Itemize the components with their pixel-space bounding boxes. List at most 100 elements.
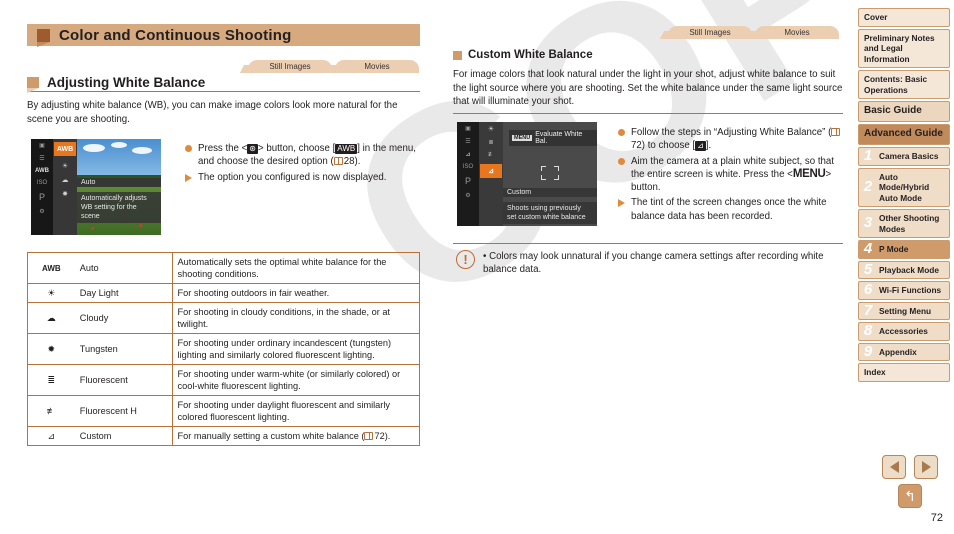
- row-name: Fluorescent: [74, 364, 173, 396]
- caution-block: ! • Colors may look unnatural if you cha…: [456, 250, 844, 277]
- sidebar-item-index[interactable]: Index: [858, 363, 950, 382]
- sidebar-item-number: 2: [863, 178, 873, 195]
- sidebar-item-number: 4: [863, 240, 873, 257]
- sidebar-item-label: Contents: Basic Operations: [864, 74, 928, 95]
- camera-icon-p: P: [38, 192, 45, 202]
- func-set-button-glyph: ⊛: [247, 144, 258, 154]
- prev-next-row: [877, 455, 943, 479]
- scene-cloud: [111, 142, 127, 148]
- step-item: The option you configured is now display…: [185, 171, 420, 184]
- sidebar-item-auto-mode[interactable]: 2 Auto Mode/Hybrid Auto Mode: [858, 167, 950, 207]
- bullet-triangle-icon: [185, 173, 192, 182]
- right-media-tabs: Still Images Movies: [668, 26, 839, 39]
- table-row: ☀ Day Light For shooting outdoors in fai…: [26, 283, 421, 303]
- camera-option-label: Custom: [503, 188, 597, 197]
- sidebar-item-label: Other Shooting Modes: [879, 213, 940, 234]
- camera-left-icon-column: ▣ ☰ AWB ISO P ⚙: [31, 139, 53, 235]
- step-text: The option you configured is now display…: [198, 171, 387, 183]
- row-icon-awb: AWB: [26, 252, 75, 284]
- right-section-title: Custom White Balance: [468, 49, 593, 61]
- camera-top-label-bar: MENU Evaluate White Bal.: [509, 130, 597, 146]
- chapter-sidebar: Cover Preliminary Notes and Legal Inform…: [858, 8, 950, 384]
- page-ref-book-icon: [364, 432, 374, 440]
- sidebar-item-accessories[interactable]: 8 Accessories: [858, 322, 950, 341]
- camera-icon-iso: ISO: [36, 180, 48, 186]
- left-media-tabs: Still Images Movies: [248, 60, 419, 73]
- camera-left-icon-column: ▣ ☰ ⊿ ISO P ⚙: [457, 122, 479, 226]
- camera-desc-line-1: Shoots using previously: [507, 205, 581, 212]
- step-item: Aim the camera at a plain white subject,…: [618, 155, 846, 195]
- camera-icon-fluor-h: ≢: [488, 152, 494, 158]
- sidebar-item-number: 1: [863, 147, 873, 164]
- sidebar-item-number: 3: [863, 214, 873, 232]
- menu-button-glyph: MENU: [792, 167, 826, 180]
- caution-text: • Colors may look unnatural if you chang…: [483, 251, 824, 276]
- sidebar-item-preliminary-notes[interactable]: Preliminary Notes and Legal Information: [858, 28, 950, 68]
- camera-icon-sun: ☀: [487, 126, 495, 133]
- left-intro-text: By adjusting white balance (WB), you can…: [27, 100, 398, 125]
- divider-rule: [453, 243, 843, 244]
- page-number: 72: [930, 512, 943, 524]
- table-body: AWB Auto Automatically sets the optimal …: [26, 252, 421, 446]
- row-icon-sun: ☀: [26, 283, 75, 303]
- tab-still-images[interactable]: Still Images: [248, 60, 332, 73]
- camera-desc-line-2: set custom white balance: [507, 214, 586, 221]
- camera-icon: ⚙: [39, 209, 45, 215]
- sidebar-item-wifi-functions[interactable]: 6 Wi-Fi Functions: [858, 281, 950, 300]
- right-step-list: Follow the steps in “Adjusting White Bal…: [618, 126, 846, 225]
- return-row: ↰: [877, 484, 943, 508]
- sidebar-item-appendix[interactable]: 9 Appendix: [858, 342, 950, 361]
- sidebar-item-playback-mode[interactable]: 5 Playback Mode: [858, 260, 950, 279]
- row-icon-fluorescent-h: ≢: [26, 395, 75, 427]
- sidebar-item-advanced-guide[interactable]: Advanced Guide: [858, 124, 950, 145]
- row-icon-tungsten: ✹: [26, 333, 75, 365]
- table-row: ✹ Tungsten For shooting under ordinary i…: [26, 333, 421, 365]
- awb-glyph: AWB: [335, 144, 358, 154]
- sidebar-item-label: Setting Menu: [879, 305, 932, 316]
- sidebar-item-contents[interactable]: Contents: Basic Operations: [858, 70, 950, 99]
- left-section-title: Adjusting White Balance: [47, 74, 206, 90]
- previous-page-button[interactable]: [882, 455, 906, 479]
- right-arrow-icon: [921, 461, 931, 473]
- sidebar-item-label: Accessories: [879, 326, 928, 336]
- camera-selected-option-custom: ⊿: [480, 164, 502, 178]
- next-page-button[interactable]: [914, 455, 938, 479]
- camera-top-label: Evaluate White Bal.: [535, 131, 583, 145]
- sidebar-item-label: P Mode: [879, 244, 909, 254]
- menu-badge-icon: MENU: [512, 135, 533, 141]
- right-section-heading: Custom White Balance: [453, 49, 593, 61]
- table-row: ≢ Fluorescent H For shooting under dayli…: [26, 395, 421, 427]
- tab-movies[interactable]: Movies: [335, 60, 419, 73]
- row-desc: For shooting in cloudy conditions, in th…: [171, 302, 421, 334]
- scene-detail: [91, 227, 94, 230]
- tab-still-images-right[interactable]: Still Images: [668, 26, 752, 39]
- warning-icon: !: [456, 250, 475, 269]
- sidebar-item-setting-menu[interactable]: 7 Setting Menu: [858, 301, 950, 320]
- camera-option-description: Automatically adjusts WB setting for the…: [77, 192, 161, 223]
- white-balance-table: AWB Auto Automatically sets the optimal …: [26, 252, 421, 446]
- sidebar-item-number: 6: [863, 281, 873, 298]
- sidebar-item-number: 8: [863, 322, 873, 339]
- sidebar-item-other-shooting-modes[interactable]: 3 Other Shooting Modes: [858, 209, 950, 238]
- sidebar-item-label: Appendix: [879, 346, 917, 357]
- camera-icon-p: P: [464, 176, 471, 186]
- sidebar-item-cover[interactable]: Cover: [858, 8, 950, 27]
- sidebar-item-label: Cover: [864, 12, 888, 22]
- step-text: The tint of the screen changes once the …: [631, 197, 827, 222]
- camera-option-description: Shoots using previously set custom white…: [503, 202, 597, 224]
- step-text: Aim the camera at a plain white subject,…: [631, 155, 835, 194]
- row-desc-part-b: ).: [384, 431, 391, 441]
- return-button[interactable]: ↰: [898, 484, 922, 508]
- tab-movies-right[interactable]: Movies: [755, 26, 839, 39]
- camera-icon-sun: ☀: [61, 163, 69, 170]
- page-ref-book-icon: [333, 157, 343, 166]
- sidebar-item-camera-basics[interactable]: 1 Camera Basics: [858, 147, 950, 166]
- row-name: Tungsten: [74, 333, 173, 365]
- left-camera-screen: ▣ ☰ AWB ISO P ⚙ AWB ☀ ☁ ✸ Auto Automatic…: [31, 139, 161, 235]
- sidebar-item-basic-guide[interactable]: Basic Guide: [858, 101, 950, 122]
- camera-desc-line-2: WB setting for the scene: [81, 204, 137, 220]
- row-desc: For manually setting a custom white bala…: [171, 426, 421, 446]
- sidebar-item-p-mode[interactable]: 4 P Mode: [858, 240, 950, 259]
- subsection-marker-icon: [453, 50, 462, 60]
- row-desc: For shooting under warm-white (or simila…: [171, 364, 421, 396]
